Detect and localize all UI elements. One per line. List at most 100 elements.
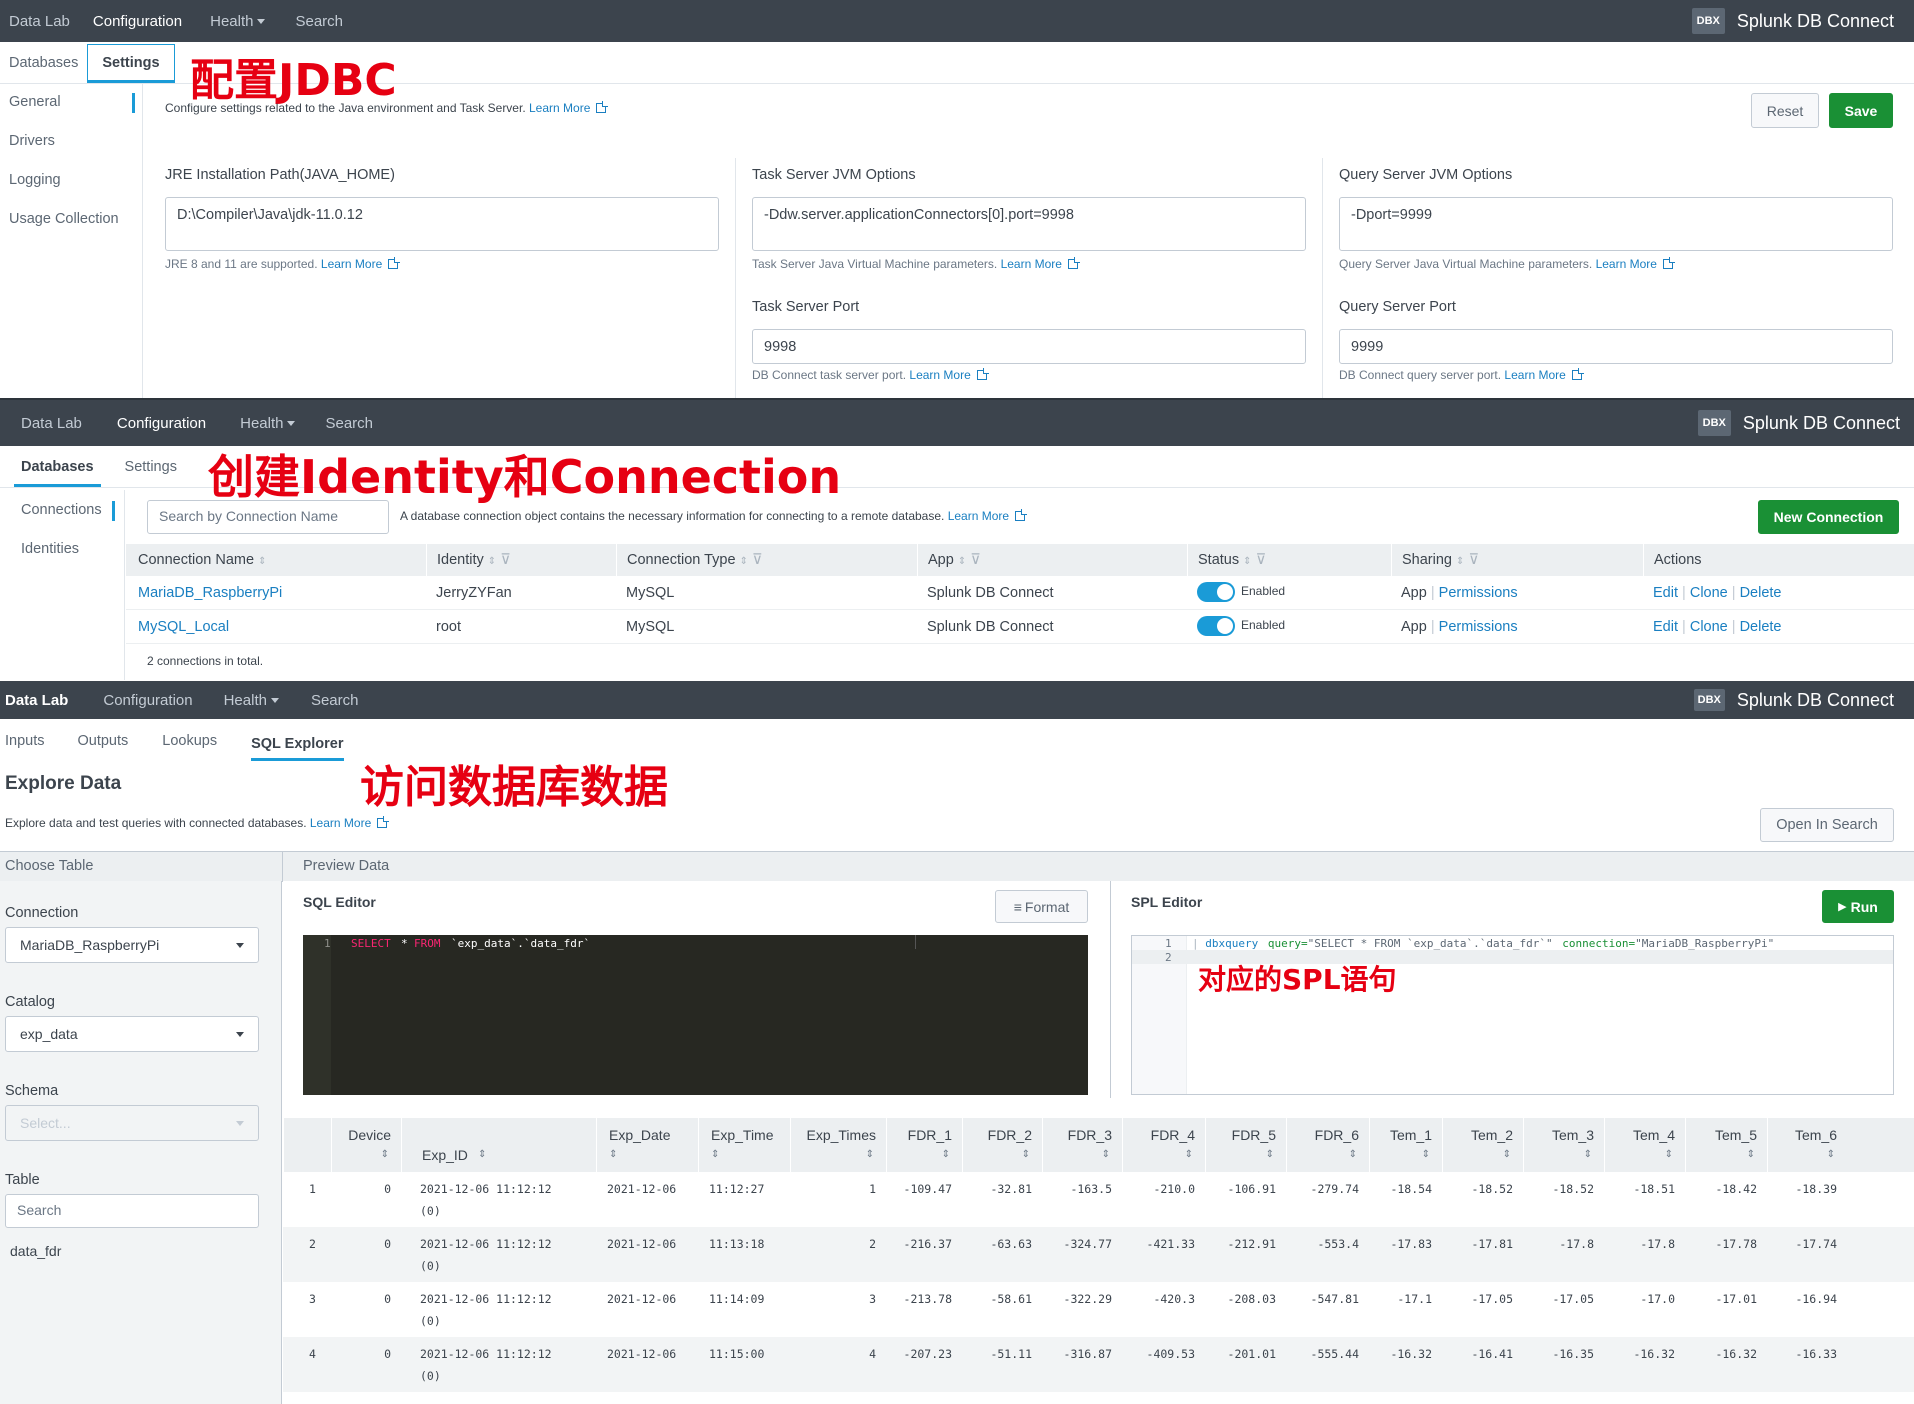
connection-search-input[interactable]: Search by Connection Name [147,500,389,534]
tab-settings[interactable]: Settings [87,44,175,83]
learn-more-link[interactable]: Learn More [909,368,970,382]
query-port-input[interactable]: 9999 [1339,329,1893,364]
delete-link[interactable]: Delete [1740,619,1782,635]
column-header[interactable]: FDR_3 ⇕ [1042,1118,1122,1172]
column-header[interactable]: FDR_4 ⇕ [1122,1118,1205,1172]
run-button[interactable]: ▶ Run [1822,890,1894,923]
sidebar-item-general[interactable]: General [0,86,145,125]
nav-data-lab[interactable]: Data Lab [0,0,79,42]
column-header-label: Tem_2 [1470,1127,1513,1143]
column-header[interactable]: Tem_2 ⇕ [1442,1118,1523,1172]
header-identity[interactable]: Identity ⇕ ⊽ [426,544,511,576]
open-in-search-button[interactable]: Open In Search [1760,808,1894,842]
nav-health[interactable]: Health [220,400,315,446]
format-button[interactable]: ≡ Format [995,890,1088,923]
header-app[interactable]: App ⇕ ⊽ [917,544,981,576]
type-cell: MySQL [626,585,675,601]
sql-code-editor[interactable]: 1 SELECT * FROM `exp_data`.`data_fdr` [303,935,1088,1095]
column-header[interactable]: FDR_5 ⇕ [1205,1118,1286,1172]
sidebar-item-connections[interactable]: Connections [0,494,125,533]
column-header[interactable]: Tem_4 ⇕ [1604,1118,1685,1172]
learn-more-link[interactable]: Learn More [529,101,590,115]
results-table: Device ⇕ Exp_ID ⇕ Exp_Date ⇕ Exp_Time ⇕ Exp_Time… [283,1118,1914,1392]
column-header[interactable]: Tem_6 ⇕ [1767,1118,1847,1172]
column-header[interactable]: Tem_1 ⇕ [1369,1118,1442,1172]
connection-select[interactable]: MariaDB_RaspberryPi [5,927,259,963]
filter-icon[interactable]: ⊽ [500,552,511,568]
column-header[interactable]: Exp_ID ⇕ [401,1118,596,1172]
filter-icon[interactable]: ⊽ [1468,552,1479,568]
schema-select[interactable]: Select... [5,1105,259,1141]
nav-data-lab[interactable]: Data Lab [0,681,73,719]
tab-sql-explorer[interactable]: SQL Explorer [251,736,344,761]
header-connection-type[interactable]: Connection Type ⇕ ⊽ [616,544,763,576]
table-cell: 2021-12-06 [607,1182,677,1196]
learn-more-link[interactable]: Learn More [1001,257,1062,271]
save-button[interactable]: Save [1829,93,1893,128]
jre-path-input[interactable]: D:\Compiler\Java\jdk-11.0.12 [165,197,719,251]
spl-code-editor[interactable]: 1 2 | dbxquery query="SELECT * FROM `exp… [1131,935,1894,1095]
tab-lookups[interactable]: Lookups [147,733,232,761]
tab-inputs[interactable]: Inputs [0,733,50,761]
task-port-input[interactable]: 9998 [752,329,1306,364]
nav-search[interactable]: Search [281,681,389,719]
nav-configuration[interactable]: Configuration [79,0,196,42]
nav-search[interactable]: Search [279,0,359,42]
filter-icon[interactable]: ⊽ [970,552,981,568]
status-toggle[interactable] [1197,582,1235,602]
header-sharing[interactable]: Sharing ⇕ ⊽ [1391,544,1479,576]
sidebar-item-logging[interactable]: Logging [0,164,145,203]
nav-data-lab[interactable]: Data Lab [0,400,103,446]
filter-icon[interactable]: ⊽ [1256,552,1267,568]
header-status[interactable]: Status ⇕ ⊽ [1187,544,1266,576]
learn-more-link[interactable]: Learn More [948,509,1009,523]
column-header[interactable]: FDR_2 ⇕ [962,1118,1042,1172]
sidebar-item-drivers[interactable]: Drivers [0,125,145,164]
nav-search[interactable]: Search [315,400,383,446]
learn-more-link[interactable]: Learn More [1504,368,1565,382]
column-header[interactable]: Exp_Time ⇕ [698,1118,790,1172]
column-header[interactable]: FDR_1 ⇕ [886,1118,962,1172]
tab-databases[interactable]: Databases [0,55,87,83]
clone-link[interactable]: Clone [1690,619,1728,635]
edit-link[interactable]: Edit [1653,585,1678,601]
tab-databases[interactable]: Databases [14,459,101,487]
learn-more-link[interactable]: Learn More [1596,257,1657,271]
column-header[interactable]: Exp_Date ⇕ [596,1118,698,1172]
table-list-item[interactable]: data_fdr [10,1243,61,1259]
sort-icon: ⇕ [1021,1149,1030,1160]
clone-link[interactable]: Clone [1690,585,1728,601]
new-connection-button[interactable]: New Connection [1758,500,1899,534]
tab-outputs[interactable]: Outputs [50,733,148,761]
dbx-logo-icon: DBX [1693,689,1725,711]
reset-button[interactable]: Reset [1751,93,1819,128]
header-connection-name[interactable]: Connection Name ⇕ [138,552,267,568]
connection-name-link[interactable]: MySQL_Local [138,619,229,635]
delete-link[interactable]: Delete [1740,585,1782,601]
status-toggle[interactable] [1197,616,1235,636]
edit-link[interactable]: Edit [1653,619,1678,635]
catalog-select[interactable]: exp_data [5,1016,259,1052]
table-cell: -210.0 [1153,1182,1195,1196]
nav-configuration[interactable]: Configuration [103,400,220,446]
learn-more-link[interactable]: Learn More [321,257,382,271]
learn-more-link[interactable]: Learn More [310,816,371,830]
nav-health[interactable]: Health [196,0,279,42]
table-search-input[interactable]: Search [5,1194,259,1228]
table-cell: -163.5 [1070,1182,1112,1196]
permissions-link[interactable]: Permissions [1439,585,1518,601]
task-jvm-input[interactable]: -Ddw.server.applicationConnectors[0].por… [752,197,1306,251]
query-jvm-input[interactable]: -Dport=9999 [1339,197,1893,251]
column-header[interactable]: Tem_5 ⇕ [1685,1118,1767,1172]
filter-icon[interactable]: ⊽ [752,552,763,568]
connection-name-link[interactable]: MariaDB_RaspberryPi [138,585,282,601]
column-header[interactable]: FDR_6 ⇕ [1286,1118,1369,1172]
tab-settings[interactable]: Settings [101,459,191,487]
sidebar-item-usage-collection[interactable]: Usage Collection [0,203,145,242]
nav-configuration[interactable]: Configuration [73,681,221,719]
column-header[interactable]: Exp_Times ⇕ [790,1118,886,1172]
column-header[interactable]: Tem_3 ⇕ [1523,1118,1604,1172]
permissions-link[interactable]: Permissions [1439,619,1518,635]
nav-health[interactable]: Health [222,681,281,719]
column-header[interactable]: Device ⇕ [331,1118,401,1172]
